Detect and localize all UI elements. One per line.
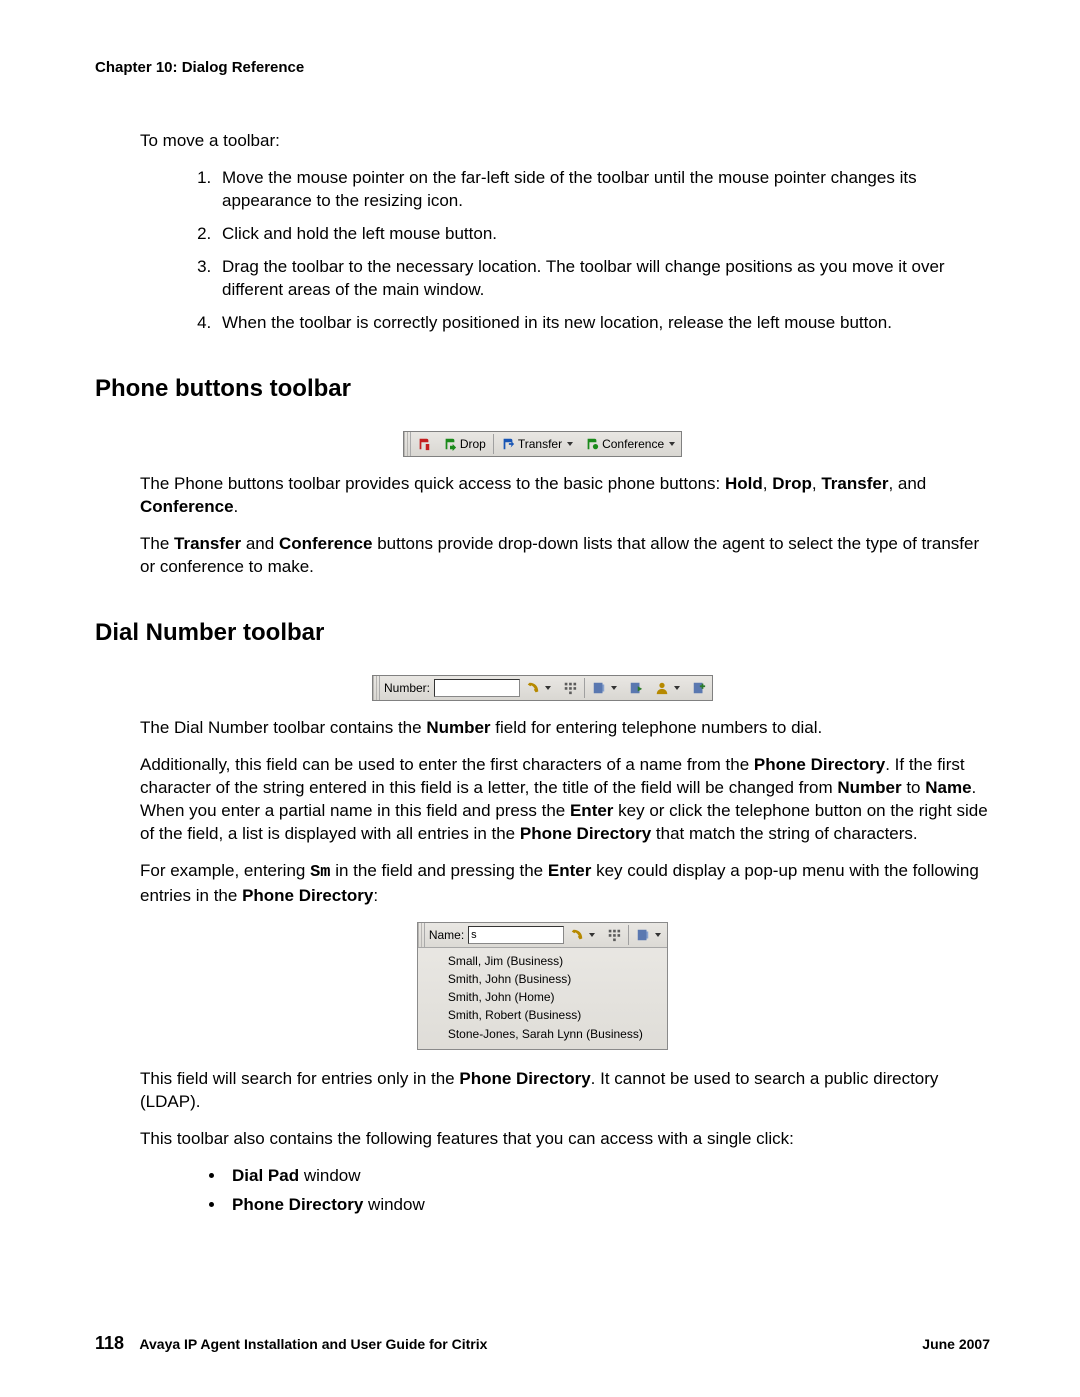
- conference-caret-icon: [669, 442, 675, 446]
- dialpad-icon: [563, 681, 577, 695]
- hold-icon: [417, 437, 431, 451]
- transfer-label: Transfer: [518, 436, 562, 452]
- number-input[interactable]: [434, 679, 520, 697]
- toolbar-separator: [584, 678, 585, 698]
- phone-para-1: The Phone buttons toolbar provides quick…: [140, 473, 990, 519]
- feature-dialpad: Dial Pad window: [226, 1165, 990, 1188]
- dial-number-heading: Dial Number toolbar: [95, 617, 990, 649]
- phone-para-2: The Transfer and Conference buttons prov…: [140, 533, 990, 579]
- feature-list: Dial Pad window Phone Directory window: [200, 1165, 990, 1217]
- dial-para-5: This toolbar also contains the following…: [140, 1128, 990, 1151]
- list-item[interactable]: Smith, Robert (Business): [448, 1006, 657, 1024]
- page-footer: 118 Avaya IP Agent Installation and User…: [95, 1331, 990, 1355]
- phone-buttons-heading: Phone buttons toolbar: [95, 373, 990, 405]
- step-3: Drag the toolbar to the necessary locati…: [216, 256, 990, 302]
- add-contact-button[interactable]: [686, 676, 712, 700]
- number-label: Number:: [380, 680, 434, 696]
- dial-para-1: The Dial Number toolbar contains the Num…: [140, 717, 990, 740]
- transfer-button[interactable]: Transfer: [495, 432, 579, 456]
- step-4: When the toolbar is correctly positioned…: [216, 312, 990, 335]
- hold-button[interactable]: [411, 432, 437, 456]
- name-search-popup: Name: Small, Jim (Business) Smith, John …: [417, 922, 668, 1050]
- footer-title: Avaya IP Agent Installation and User Gui…: [139, 1336, 487, 1352]
- footer-date: June 2007: [922, 1335, 990, 1354]
- dial-button[interactable]: [564, 923, 601, 947]
- directory-icon: [592, 681, 606, 695]
- phone-dial-icon: [570, 928, 584, 942]
- conference-icon: [585, 437, 599, 451]
- dialpad-icon: [607, 928, 621, 942]
- name-results-list: Small, Jim (Business) Smith, John (Busin…: [418, 948, 667, 1049]
- directory-button[interactable]: [586, 676, 623, 700]
- intro-paragraph: To move a toolbar:: [140, 130, 990, 153]
- dialpad-button[interactable]: [601, 923, 627, 947]
- phone-dial-icon: [526, 681, 540, 695]
- toolbar-separator: [628, 925, 629, 945]
- step-2: Click and hold the left mouse button.: [216, 223, 990, 246]
- dial-para-4: This field will search for entries only …: [140, 1068, 990, 1114]
- move-toolbar-steps: Move the mouse pointer on the far-left s…: [190, 167, 990, 335]
- directory-button[interactable]: [630, 923, 667, 947]
- step-1: Move the mouse pointer on the far-left s…: [216, 167, 990, 213]
- add-contact-icon: [692, 681, 706, 695]
- list-item[interactable]: Stone-Jones, Sarah Lynn (Business): [448, 1025, 657, 1043]
- chapter-header: Chapter 10: Dialog Reference: [95, 58, 990, 78]
- drop-label: Drop: [460, 436, 486, 452]
- directory-icon: [636, 928, 650, 942]
- dial-para-3: For example, entering Sm in the field an…: [140, 860, 990, 908]
- dial-caret-icon: [589, 933, 595, 937]
- dial-button[interactable]: [520, 676, 557, 700]
- toolbar-grip-handle[interactable]: [373, 676, 380, 700]
- conference-label: Conference: [602, 436, 664, 452]
- contact-caret-icon: [674, 686, 680, 690]
- directory-open-button[interactable]: [623, 676, 649, 700]
- drop-button[interactable]: Drop: [437, 432, 492, 456]
- conference-button[interactable]: Conference: [579, 432, 681, 456]
- list-item[interactable]: Small, Jim (Business): [448, 952, 657, 970]
- contact-icon: [655, 681, 669, 695]
- transfer-icon: [501, 437, 515, 451]
- toolbar-separator: [493, 434, 494, 454]
- name-label: Name:: [425, 927, 468, 943]
- directory-caret-icon: [611, 686, 617, 690]
- toolbar-grip-handle[interactable]: [404, 432, 411, 456]
- toolbar-grip-handle[interactable]: [418, 923, 425, 947]
- list-item[interactable]: Smith, John (Home): [448, 988, 657, 1006]
- drop-icon: [443, 437, 457, 451]
- list-item[interactable]: Smith, John (Business): [448, 970, 657, 988]
- transfer-caret-icon: [567, 442, 573, 446]
- directory-open-icon: [629, 681, 643, 695]
- dial-number-toolbar: Number:: [372, 675, 713, 701]
- contact-button[interactable]: [649, 676, 686, 700]
- footer-left: 118 Avaya IP Agent Installation and User…: [95, 1331, 487, 1355]
- dial-para-2: Additionally, this field can be used to …: [140, 754, 990, 846]
- phone-buttons-toolbar: Drop Transfer Conference: [403, 431, 682, 457]
- document-page: Chapter 10: Dialog Reference To move a t…: [0, 0, 1080, 1397]
- dial-caret-icon: [545, 686, 551, 690]
- name-input[interactable]: [468, 926, 564, 944]
- feature-directory: Phone Directory window: [226, 1194, 990, 1217]
- page-number: 118: [95, 1333, 124, 1353]
- directory-caret-icon: [655, 933, 661, 937]
- dialpad-button[interactable]: [557, 676, 583, 700]
